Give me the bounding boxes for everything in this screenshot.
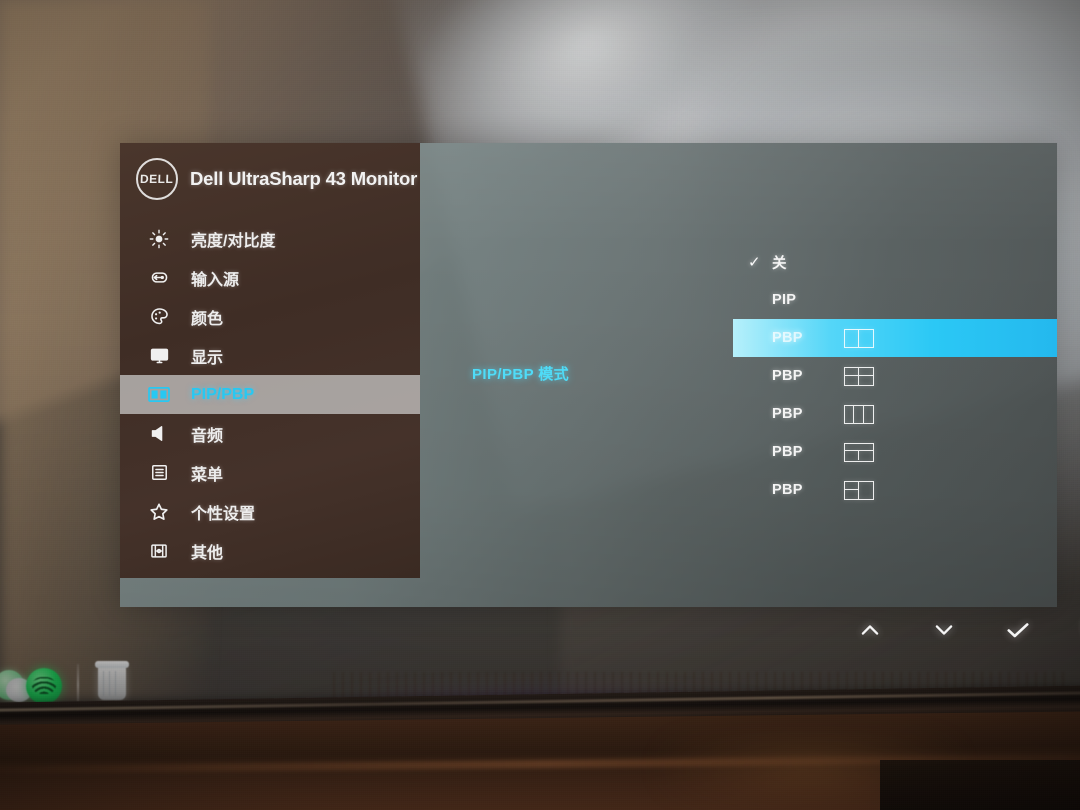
checkmark-icon: ✓ — [748, 254, 761, 271]
nav-down-button[interactable] — [929, 615, 959, 645]
option-label: PIP — [772, 292, 797, 308]
osd-title: Dell UltraSharp 43 Monitor — [190, 168, 418, 189]
option-row[interactable]: PBP — [748, 395, 1057, 433]
layout-quad-2x2-icon — [844, 366, 874, 386]
osd-menu-list: 亮度/对比度 输入源 颜色 显示 PIP/PBP 音频 菜单 个性设置 其他 — [120, 219, 420, 570]
sidebar-item-label: 音频 — [191, 427, 224, 445]
option-label: PBP — [772, 330, 803, 346]
sidebar-item-label: 输入源 — [191, 271, 240, 289]
option-row[interactable]: PBP — [748, 471, 1057, 509]
sidebar-item-others[interactable]: 其他 — [120, 531, 420, 570]
menu-list-icon — [144, 460, 174, 486]
osd-navigation-bar — [855, 609, 1080, 651]
osd-header: DELL Dell UltraSharp 43 Monitor — [120, 143, 420, 215]
brightness-icon — [144, 226, 174, 252]
layout-three-columns-icon — [844, 404, 874, 424]
option-label: PBP — [772, 368, 803, 384]
setting-label: PIP/PBP 模式 — [472, 366, 570, 383]
sidebar-item-label: 显示 — [191, 349, 224, 367]
display-monitor-icon — [144, 343, 174, 369]
option-row[interactable]: PBP — [748, 433, 1057, 471]
option-label: PBP — [772, 482, 803, 498]
sidebar-item-label: 亮度/对比度 — [191, 232, 276, 250]
sidebar-item-brightness-contrast[interactable]: 亮度/对比度 — [120, 219, 420, 258]
sidebar-item-personalize[interactable]: 个性设置 — [120, 492, 420, 531]
sidebar-item-input-source[interactable]: 输入源 — [120, 258, 420, 297]
others-icon — [144, 538, 174, 564]
sidebar-item-label: 其他 — [191, 544, 224, 562]
sidebar-item-display[interactable]: 显示 — [120, 336, 420, 375]
sidebar-item-label: PIP/PBP — [191, 385, 255, 403]
dell-osd-overlay: DELL Dell UltraSharp 43 Monitor 亮度/对比度 输… — [120, 143, 1057, 638]
sidebar-item-label: 菜单 — [191, 466, 224, 484]
osd-sidebar: DELL Dell UltraSharp 43 Monitor 亮度/对比度 输… — [120, 143, 420, 578]
option-row[interactable]: PIP — [748, 281, 1057, 319]
option-label: PBP — [772, 444, 803, 460]
layout-top-bar-two-bottom-icon — [844, 442, 874, 462]
layout-two-columns-icon — [844, 328, 874, 348]
sidebar-item-pip-pbp[interactable]: PIP/PBP — [120, 375, 420, 414]
sidebar-item-menu[interactable]: 菜单 — [120, 453, 420, 492]
input-source-icon — [144, 265, 174, 291]
option-label: PBP — [772, 406, 803, 422]
pip-pbp-icon — [144, 382, 174, 408]
dell-logo-icon: DELL — [136, 158, 178, 200]
option-row-selected[interactable]: PBP — [733, 319, 1057, 357]
option-row[interactable]: PBP — [748, 357, 1057, 395]
option-label: 关 — [772, 255, 787, 272]
sidebar-item-label: 个性设置 — [191, 505, 256, 523]
nav-up-button[interactable] — [855, 615, 885, 645]
layout-two-left-one-right-icon — [844, 480, 874, 500]
sidebar-item-label: 颜色 — [191, 310, 224, 328]
sidebar-item-color[interactable]: 颜色 — [120, 297, 420, 336]
speaker-icon — [144, 421, 174, 447]
nav-confirm-button[interactable] — [1003, 615, 1033, 645]
star-icon — [144, 499, 174, 525]
dell-logo-text: DELL — [140, 172, 174, 186]
pip-pbp-mode-option-list: ✓ 关 PIP PBP PBP PBP PBP PBP — [733, 243, 1057, 509]
sidebar-item-audio[interactable]: 音频 — [120, 414, 420, 453]
option-row[interactable]: ✓ 关 — [748, 243, 1057, 281]
color-palette-icon — [144, 304, 174, 330]
